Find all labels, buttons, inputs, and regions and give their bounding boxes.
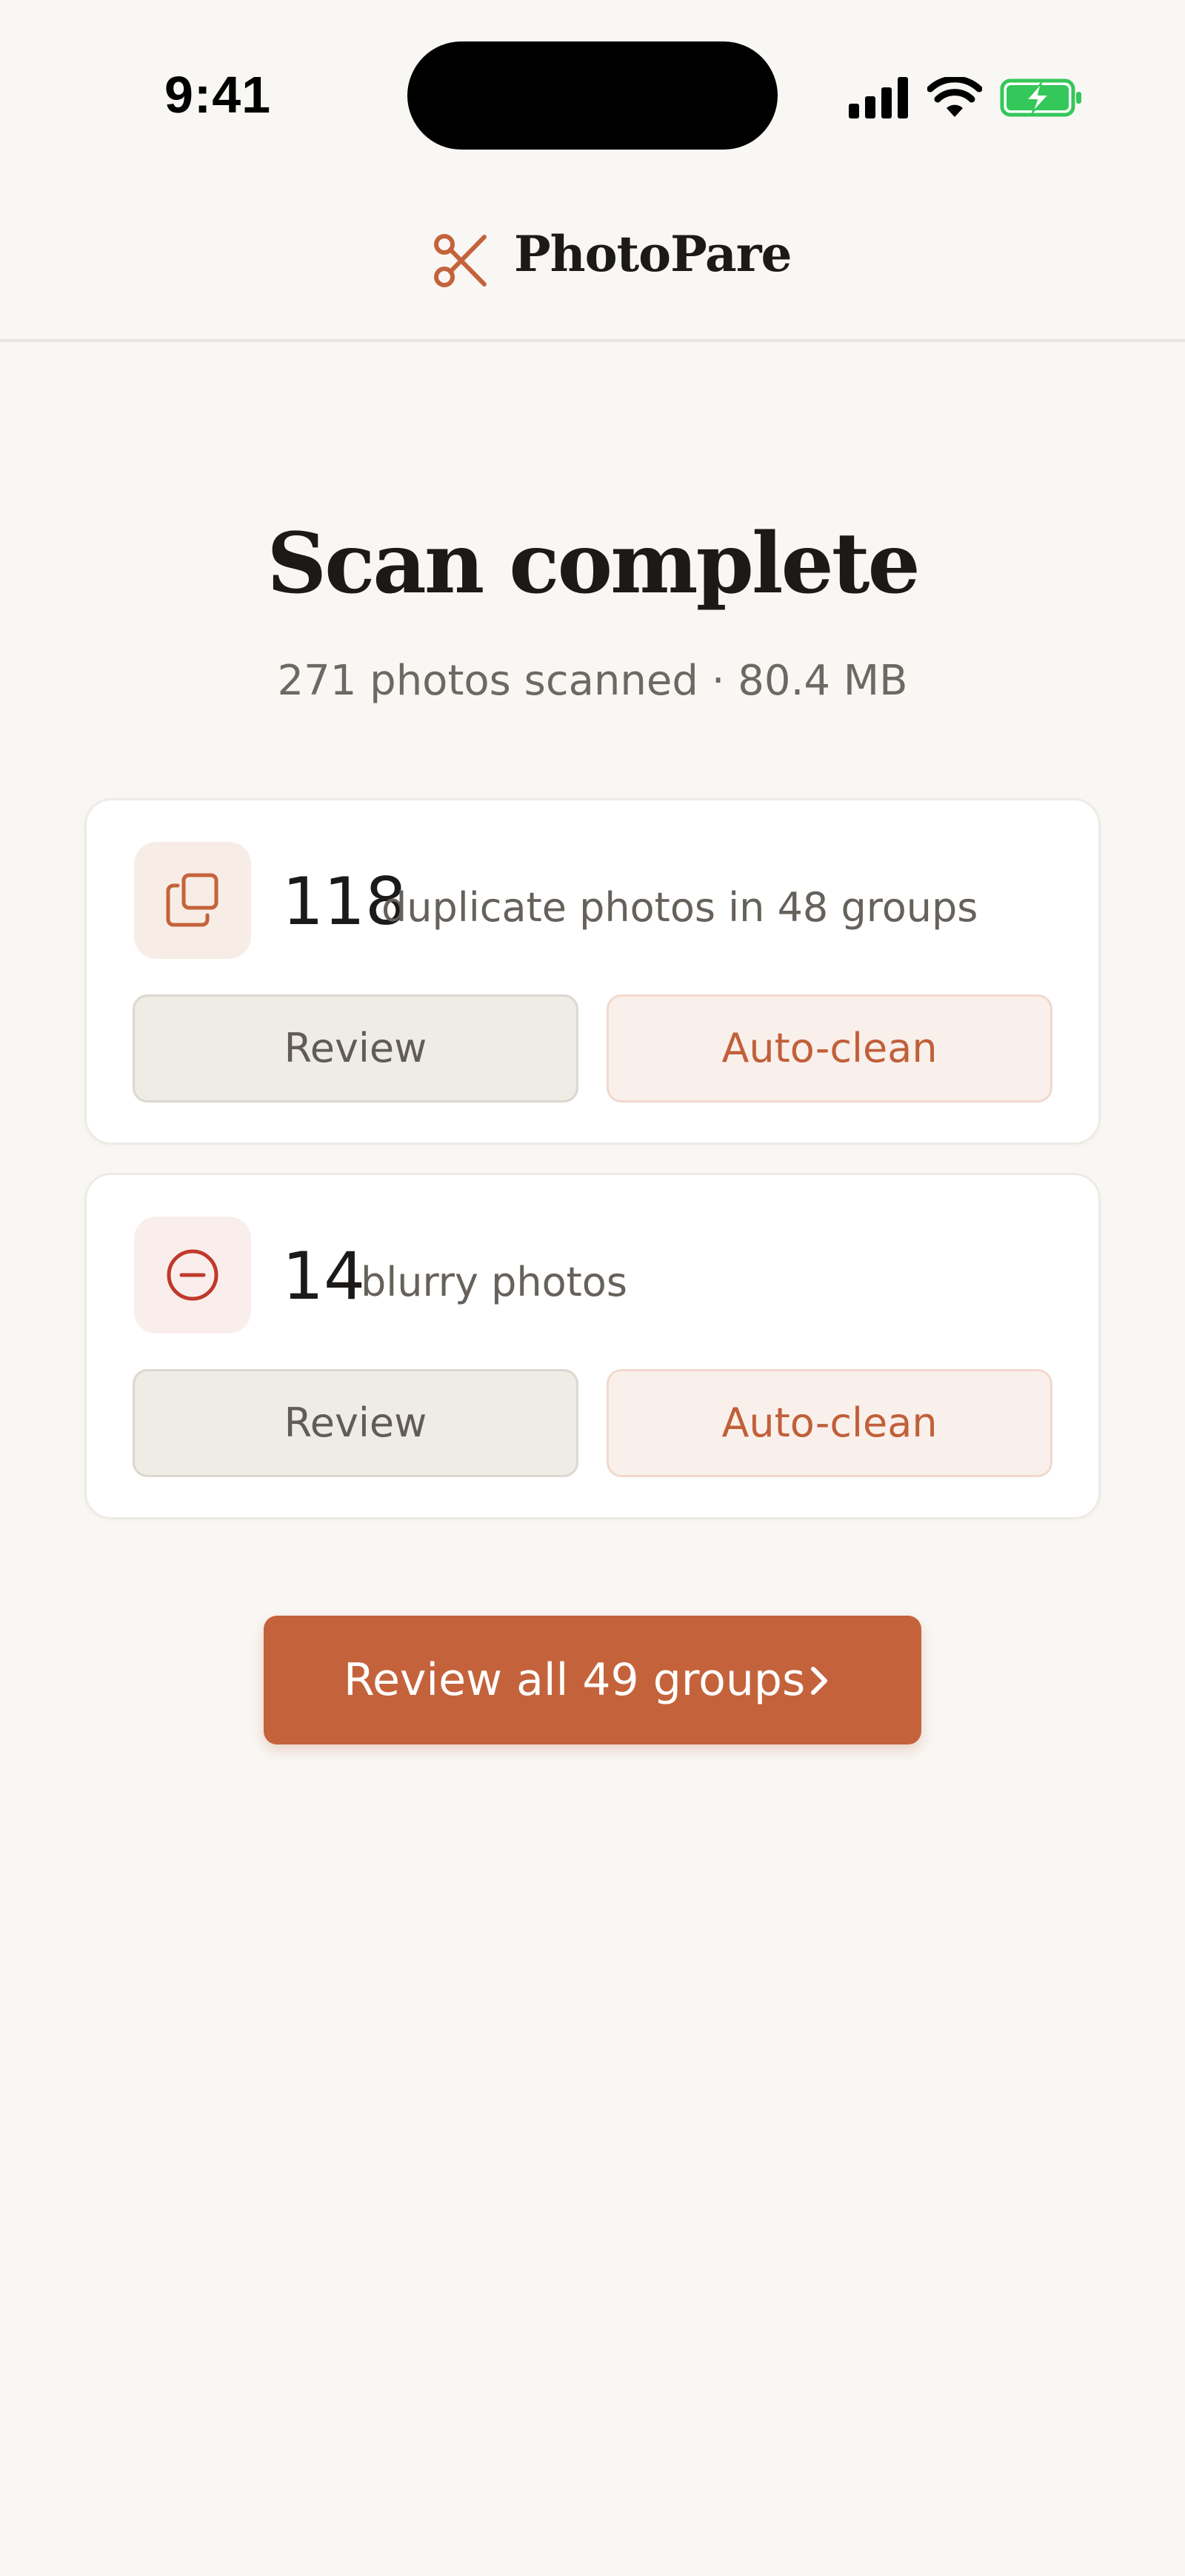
page-title: Scan complete — [267, 515, 921, 612]
review-blurry-button[interactable]: Review — [133, 1369, 578, 1477]
scan-summary: 271 photos scanned · 80.4 MB — [277, 657, 908, 705]
signal-icon — [849, 77, 908, 118]
app-header: PhotoPare — [0, 170, 1185, 342]
chevron-right-icon — [811, 1667, 827, 1695]
duplicates-card: 118 duplicate photos in 48 groups Review… — [84, 798, 1101, 1145]
duplicate-icon-tile — [134, 842, 251, 959]
blur-icon-tile — [134, 1217, 251, 1334]
autoclean-duplicates-button[interactable]: Auto-clean — [607, 994, 1052, 1103]
autoclean-blurry-button[interactable]: Auto-clean — [607, 1369, 1052, 1477]
review-all-label: Review all 49 groups — [344, 1654, 806, 1706]
review-duplicates-button[interactable]: Review — [133, 994, 578, 1103]
blurry-card: 14 blurry photos Review Auto-clean — [84, 1173, 1101, 1519]
duplicate-icon — [166, 873, 218, 927]
dynamic-island — [407, 41, 778, 150]
blurry-description: blurry photos — [361, 1259, 627, 1305]
duplicate-description: duplicate photos in 48 groups — [381, 884, 978, 931]
status-time: 9:41 — [164, 66, 272, 124]
blurry-count: 14 — [282, 1238, 365, 1314]
battery-charging-icon — [1000, 78, 1081, 117]
brand-name: PhotoPare — [514, 225, 792, 283]
blur-minus-circle-icon — [167, 1249, 218, 1301]
status-bar: 9:41 — [0, 0, 1185, 170]
scissors-icon — [434, 234, 487, 287]
wifi-icon — [927, 77, 982, 117]
review-all-groups-button[interactable]: Review all 49 groups — [264, 1616, 921, 1744]
